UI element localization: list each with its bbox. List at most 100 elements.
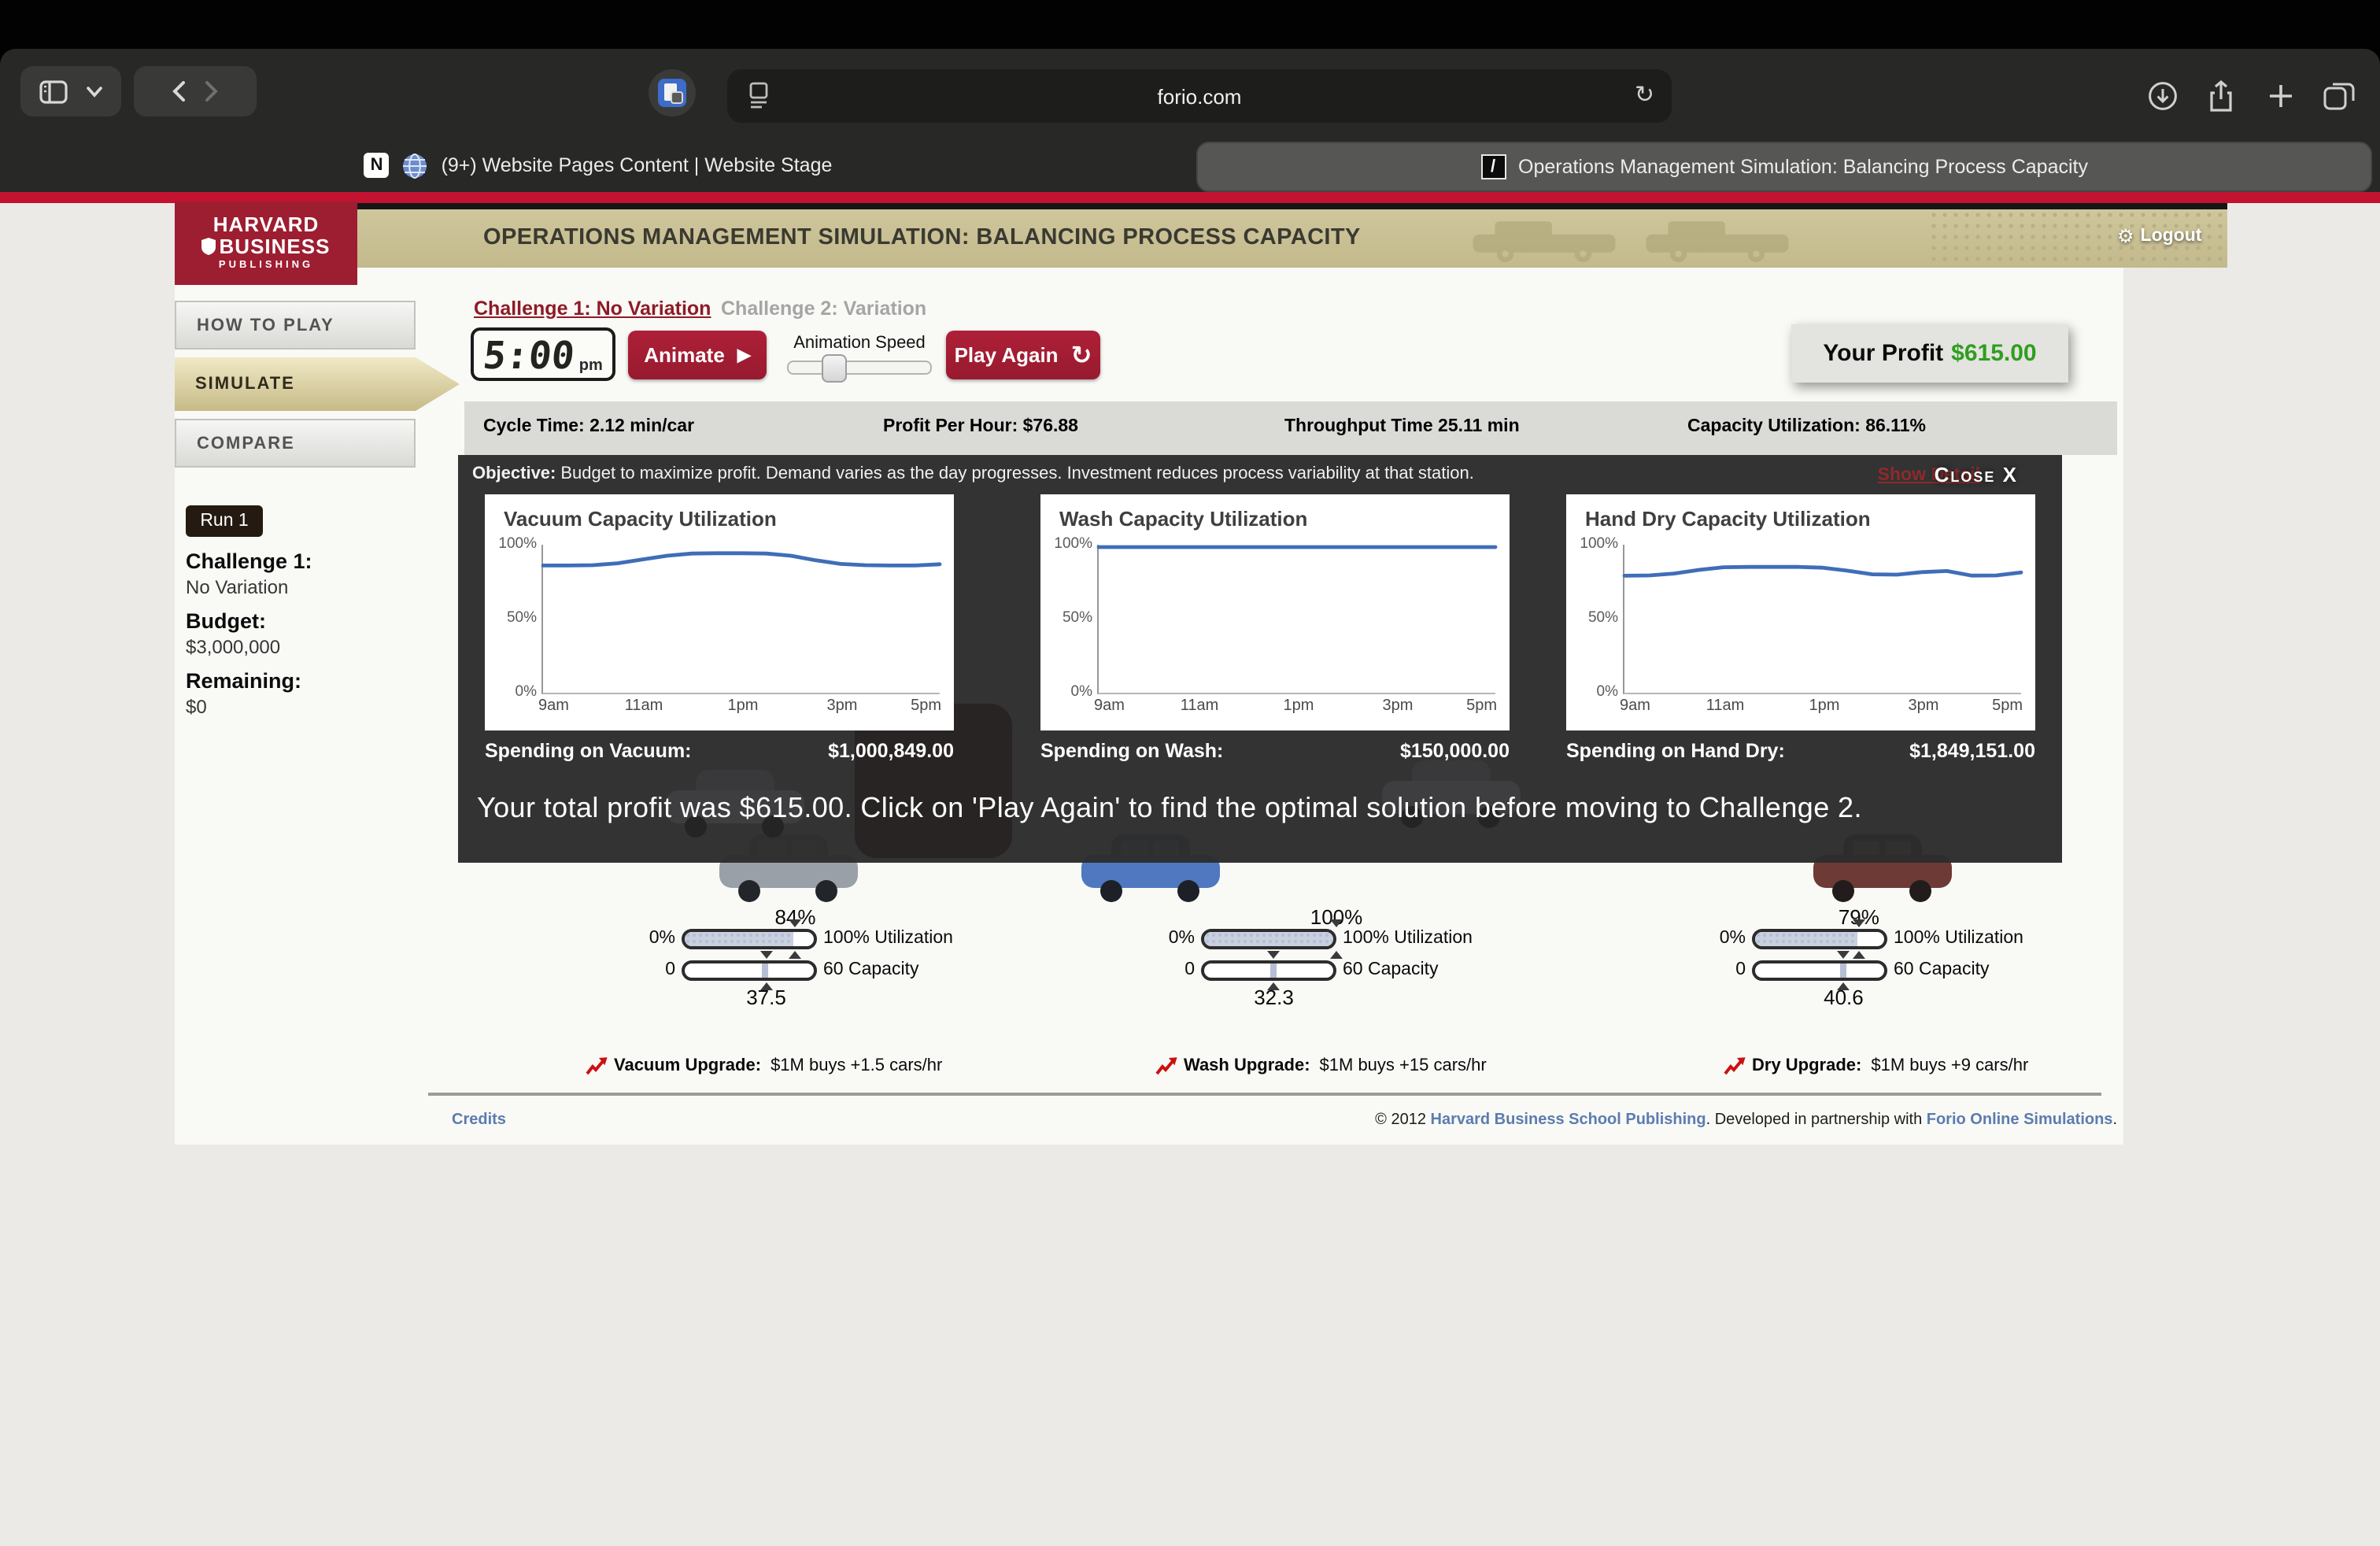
x-tick: 3pm <box>1371 697 1425 715</box>
capacity-min-label: 0 <box>1658 960 1746 979</box>
tab-challenge-1[interactable]: Challenge 1: No Variation <box>474 298 711 320</box>
x-tick: 11am <box>1698 697 1752 715</box>
capacity-slider-thumb[interactable] <box>1839 963 1846 978</box>
sidebar-toggle-icon[interactable] <box>39 80 68 103</box>
reader-mode-icon[interactable] <box>748 82 770 109</box>
y-tick: 0% <box>488 683 537 701</box>
trend-up-icon <box>586 1056 608 1075</box>
animate-label: Animate <box>644 343 725 367</box>
trend-up-icon <box>1724 1056 1746 1075</box>
harvard-business-publishing-logo[interactable]: HARVARD BUSINESS PUBLISHING <box>175 202 357 285</box>
trend-up-icon <box>1155 1056 1177 1075</box>
capacity-slider-thumb[interactable] <box>763 963 769 978</box>
y-tick: 0% <box>1569 683 1618 701</box>
plot-area <box>1097 545 1495 694</box>
tab-overview-button[interactable] <box>2320 77 2358 115</box>
slider-thumb[interactable] <box>822 354 848 383</box>
result-message: Your total profit was $615.00. Click on … <box>477 792 2051 825</box>
utilization-bar <box>682 929 817 949</box>
objective-label: Objective: <box>472 464 556 483</box>
marker-icon <box>789 919 801 927</box>
y-tick: 50% <box>1044 609 1092 627</box>
simulation-clock: 5:00 pm <box>471 327 615 381</box>
sidebar-toggle-group[interactable] <box>20 66 121 117</box>
reload-icon[interactable]: ↻ <box>1635 80 1654 109</box>
scale-min-label: 0% <box>1658 929 1746 948</box>
capacity-min-label: 0 <box>1107 960 1195 979</box>
new-tab-button[interactable] <box>2262 77 2300 115</box>
spending-row-hand-dry: Spending on Hand Dry: $1,849,151.00 <box>1566 740 2035 762</box>
scale-max-label: 100% Utilization <box>1343 929 1473 948</box>
y-tick: 50% <box>1569 609 1618 627</box>
marker-icon <box>760 951 773 959</box>
sidebar-item-simulate[interactable]: SIMULATE <box>175 357 460 411</box>
play-again-button[interactable]: Play Again ↻ <box>946 331 1100 379</box>
share-button[interactable] <box>2202 77 2240 115</box>
forio-link[interactable]: Forio Online Simulations <box>1927 1111 2113 1129</box>
spending-label: Spending on Vacuum: <box>485 740 692 762</box>
logout-button[interactable]: ⚙ Logout <box>2117 225 2201 247</box>
sidebar-item-compare[interactable]: COMPARE <box>175 419 416 468</box>
capacity-max-label: 60 Capacity <box>823 960 918 979</box>
scale-min-label: 0% <box>1107 929 1195 948</box>
play-icon: ▶ <box>737 345 751 365</box>
capacity-slider[interactable] <box>682 960 817 981</box>
page-title: OPERATIONS MANAGEMENT SIMULATION: BALANC… <box>483 225 1361 250</box>
notion-icon: N <box>364 153 390 178</box>
stat-profit-per-hour: Profit Per Hour: $76.88 <box>883 417 1078 436</box>
car-silhouette-decor <box>1458 219 1631 263</box>
tab-simulation-active[interactable]: / Operations Management Simulation: Bala… <box>1196 142 2372 192</box>
upgrade-label: Vacuum Upgrade: <box>614 1056 761 1075</box>
x-tick: 9am <box>1620 697 1673 715</box>
tab-challenge-2[interactable]: Challenge 2: Variation <box>721 298 926 320</box>
marker-icon <box>1330 919 1343 927</box>
upgrade-label: Dry Upgrade: <box>1752 1056 1861 1075</box>
publisher-link[interactable]: Harvard Business School Publishing <box>1431 1111 1706 1129</box>
tab-website-pages[interactable]: N (9+) Website Pages Content | Website S… <box>13 142 1184 189</box>
run-badge[interactable]: Run 1 <box>186 505 263 537</box>
capacity-slider[interactable] <box>1201 960 1336 981</box>
animation-speed-slider[interactable] <box>787 361 932 375</box>
clock-meridiem: pm <box>579 357 603 375</box>
animation-speed-label: Animation Speed <box>778 334 941 353</box>
scale-max-label: 100% Utilization <box>823 929 953 948</box>
sidebar-item-how-to-play[interactable]: HOW TO PLAY <box>175 301 416 350</box>
stat-throughput-time: Throughput Time 25.11 min <box>1284 417 1520 436</box>
nav-label: HOW TO PLAY <box>197 316 334 335</box>
address-bar[interactable]: forio.com ↻ <box>727 69 1672 123</box>
station-controls-hand-dry: 79% 0% 100% Utilization 0 60 Capacity 40… <box>1658 905 2130 1009</box>
plus-icon <box>2268 83 2293 109</box>
close-button[interactable]: Close X <box>1935 463 2018 486</box>
x-tick: 11am <box>617 697 671 715</box>
downloads-button[interactable] <box>2144 77 2182 115</box>
forward-button[interactable] <box>205 80 219 102</box>
back-button[interactable] <box>172 80 186 102</box>
upgrade-text: $1M buys +1.5 cars/hr <box>771 1056 942 1075</box>
x-tick: 1pm <box>1272 697 1325 715</box>
tab-overview-icon <box>2323 82 2355 110</box>
spending-value: $1,000,849.00 <box>828 740 954 762</box>
profit-label: Your Profit <box>1823 340 1943 367</box>
spending-value: $1,849,151.00 <box>1909 740 2035 762</box>
download-icon <box>2147 80 2179 112</box>
x-tick: 5pm <box>888 697 941 715</box>
scale-min-label: 0% <box>587 929 675 948</box>
plot-area <box>541 545 940 694</box>
marker-icon <box>789 951 801 959</box>
upgrade-text: $1M buys +9 cars/hr <box>1871 1056 2028 1075</box>
animate-button[interactable]: Animate ▶ <box>628 331 767 379</box>
chevron-down-icon[interactable] <box>87 86 102 97</box>
replay-icon: ↻ <box>1071 342 1092 368</box>
clock-time: 5:00 <box>482 338 576 375</box>
shield-icon <box>202 239 216 256</box>
capacity-slider[interactable] <box>1752 960 1887 981</box>
scale-max-label: 100% Utilization <box>1894 929 2023 948</box>
x-tick: 5pm <box>1443 697 1497 715</box>
tab-title: Operations Management Simulation: Balanc… <box>1518 156 2088 178</box>
credits-link[interactable]: Credits <box>452 1111 506 1129</box>
capacity-slider-thumb[interactable] <box>1270 963 1277 978</box>
results-overlay: Objective:Budget to maximize profit. Dem… <box>458 455 2062 863</box>
utilization-fill <box>1755 932 1857 946</box>
x-tick: 9am <box>1094 697 1148 715</box>
extension-button[interactable] <box>649 69 696 117</box>
